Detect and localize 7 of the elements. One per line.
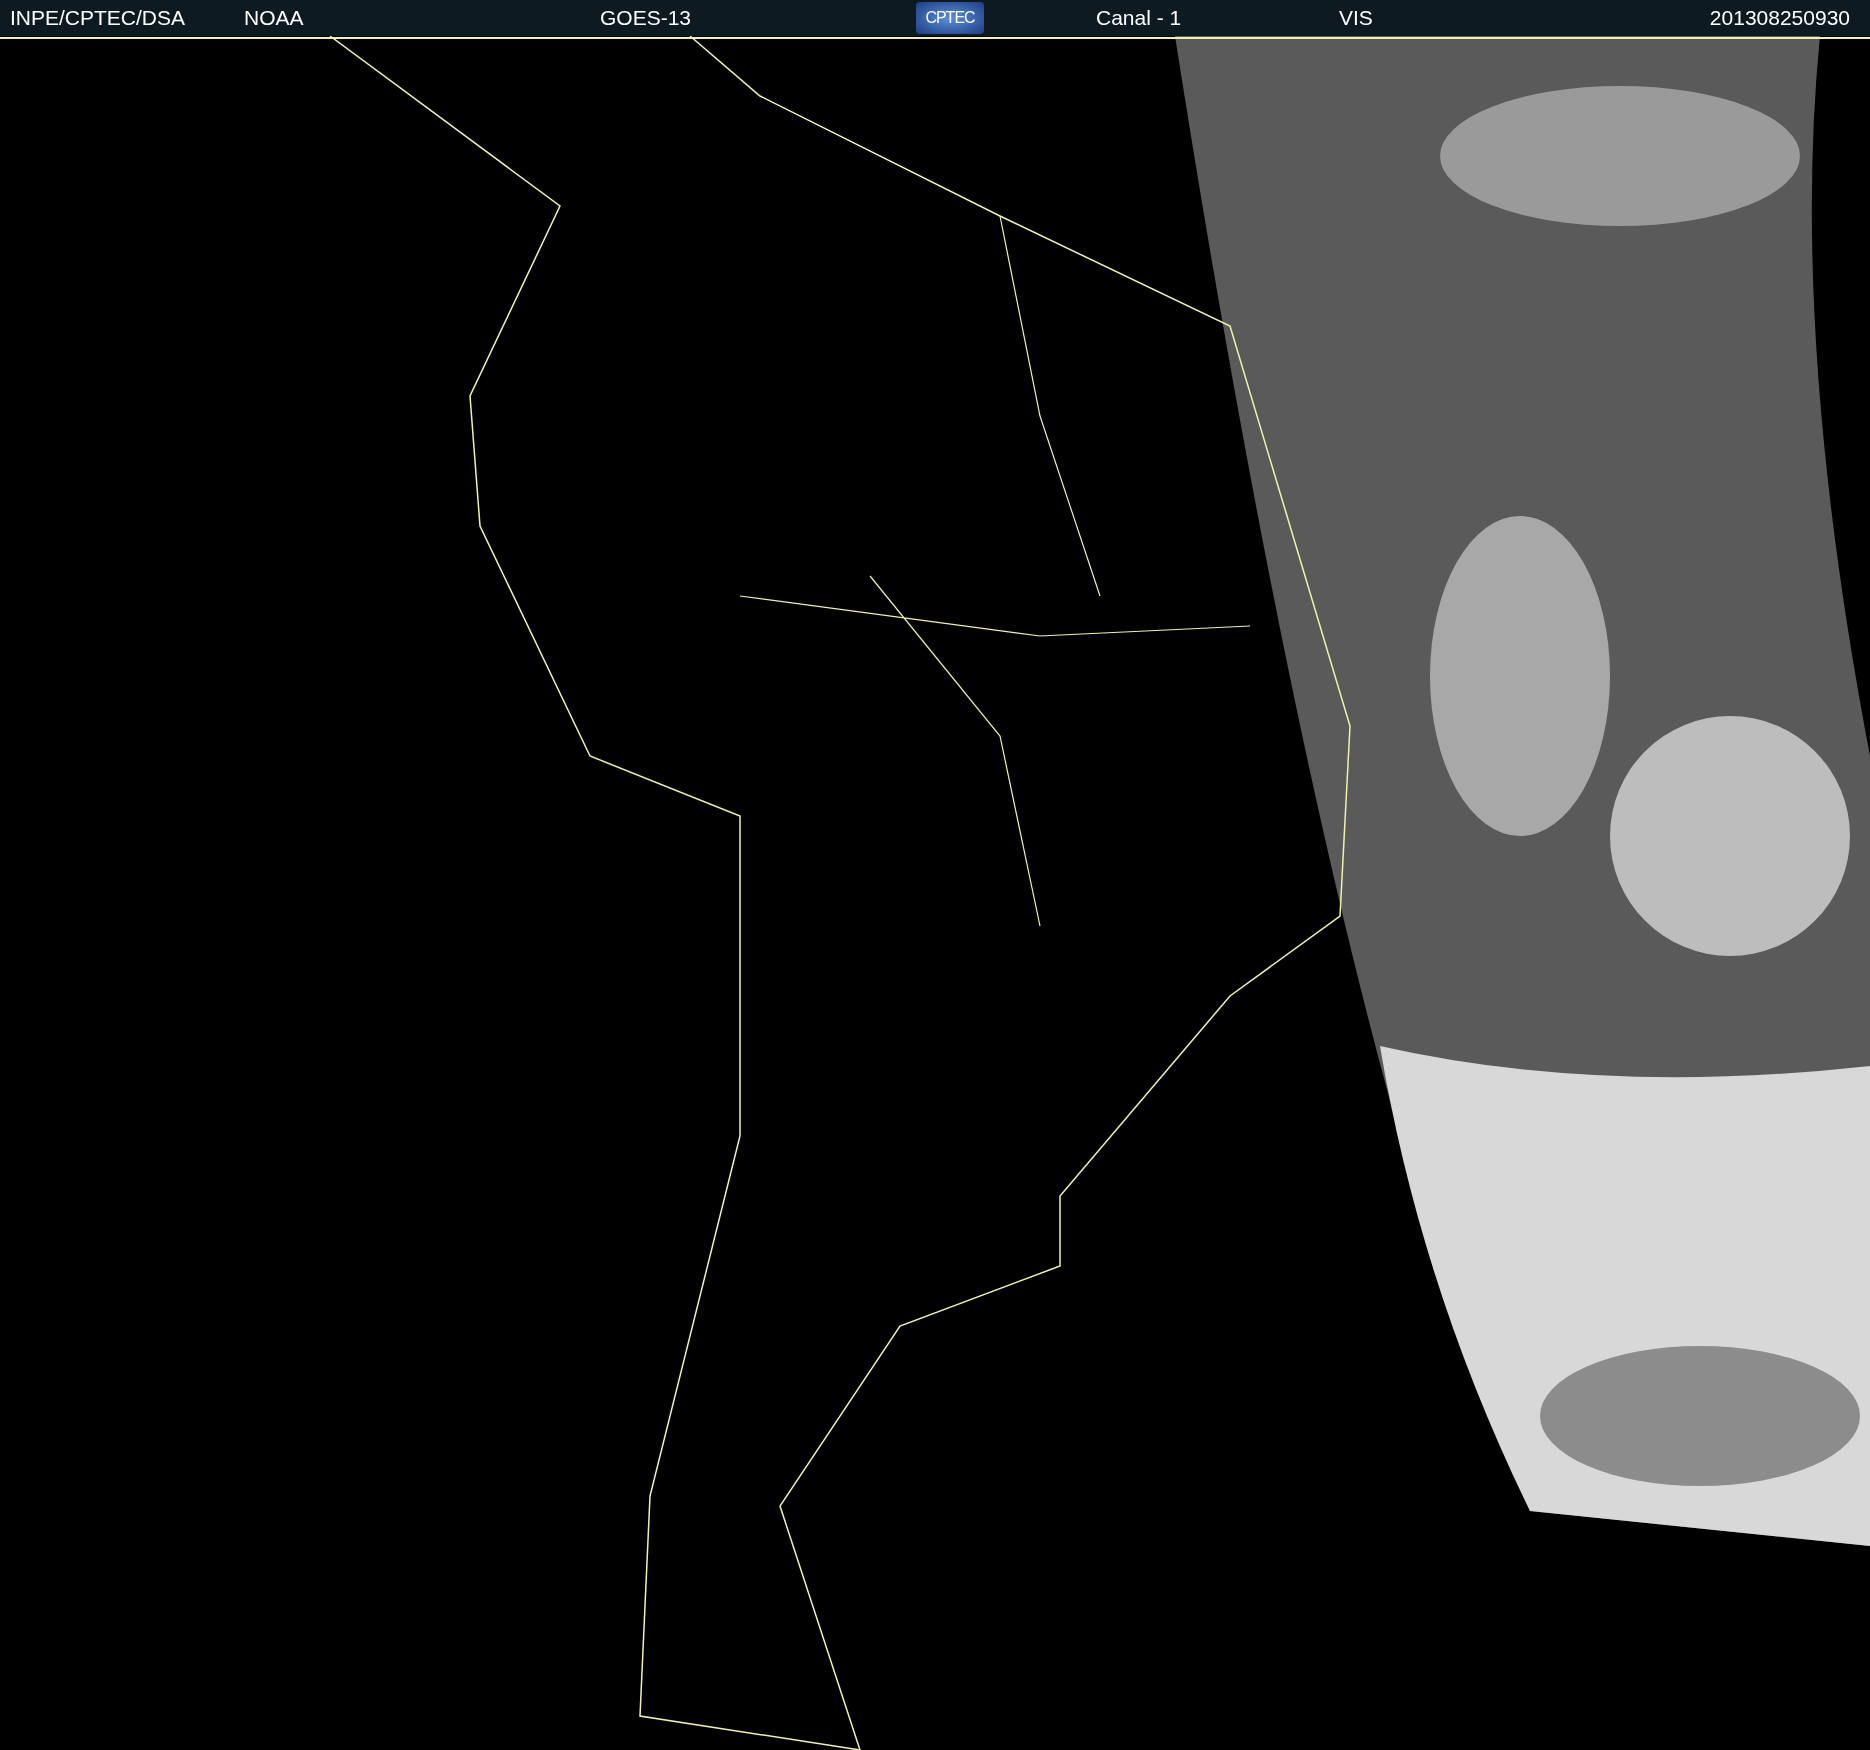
timestamp-label: 201308250930: [1709, 6, 1850, 30]
logo: CPTEC: [916, 2, 984, 34]
satellite-label: GOES-13: [600, 6, 693, 30]
channel-label: Canal - 1: [1096, 6, 1183, 30]
band-label: VIS: [1339, 6, 1374, 30]
source-label: INPE/CPTEC/DSA: [10, 6, 187, 30]
agency-label: NOAA: [244, 6, 305, 30]
